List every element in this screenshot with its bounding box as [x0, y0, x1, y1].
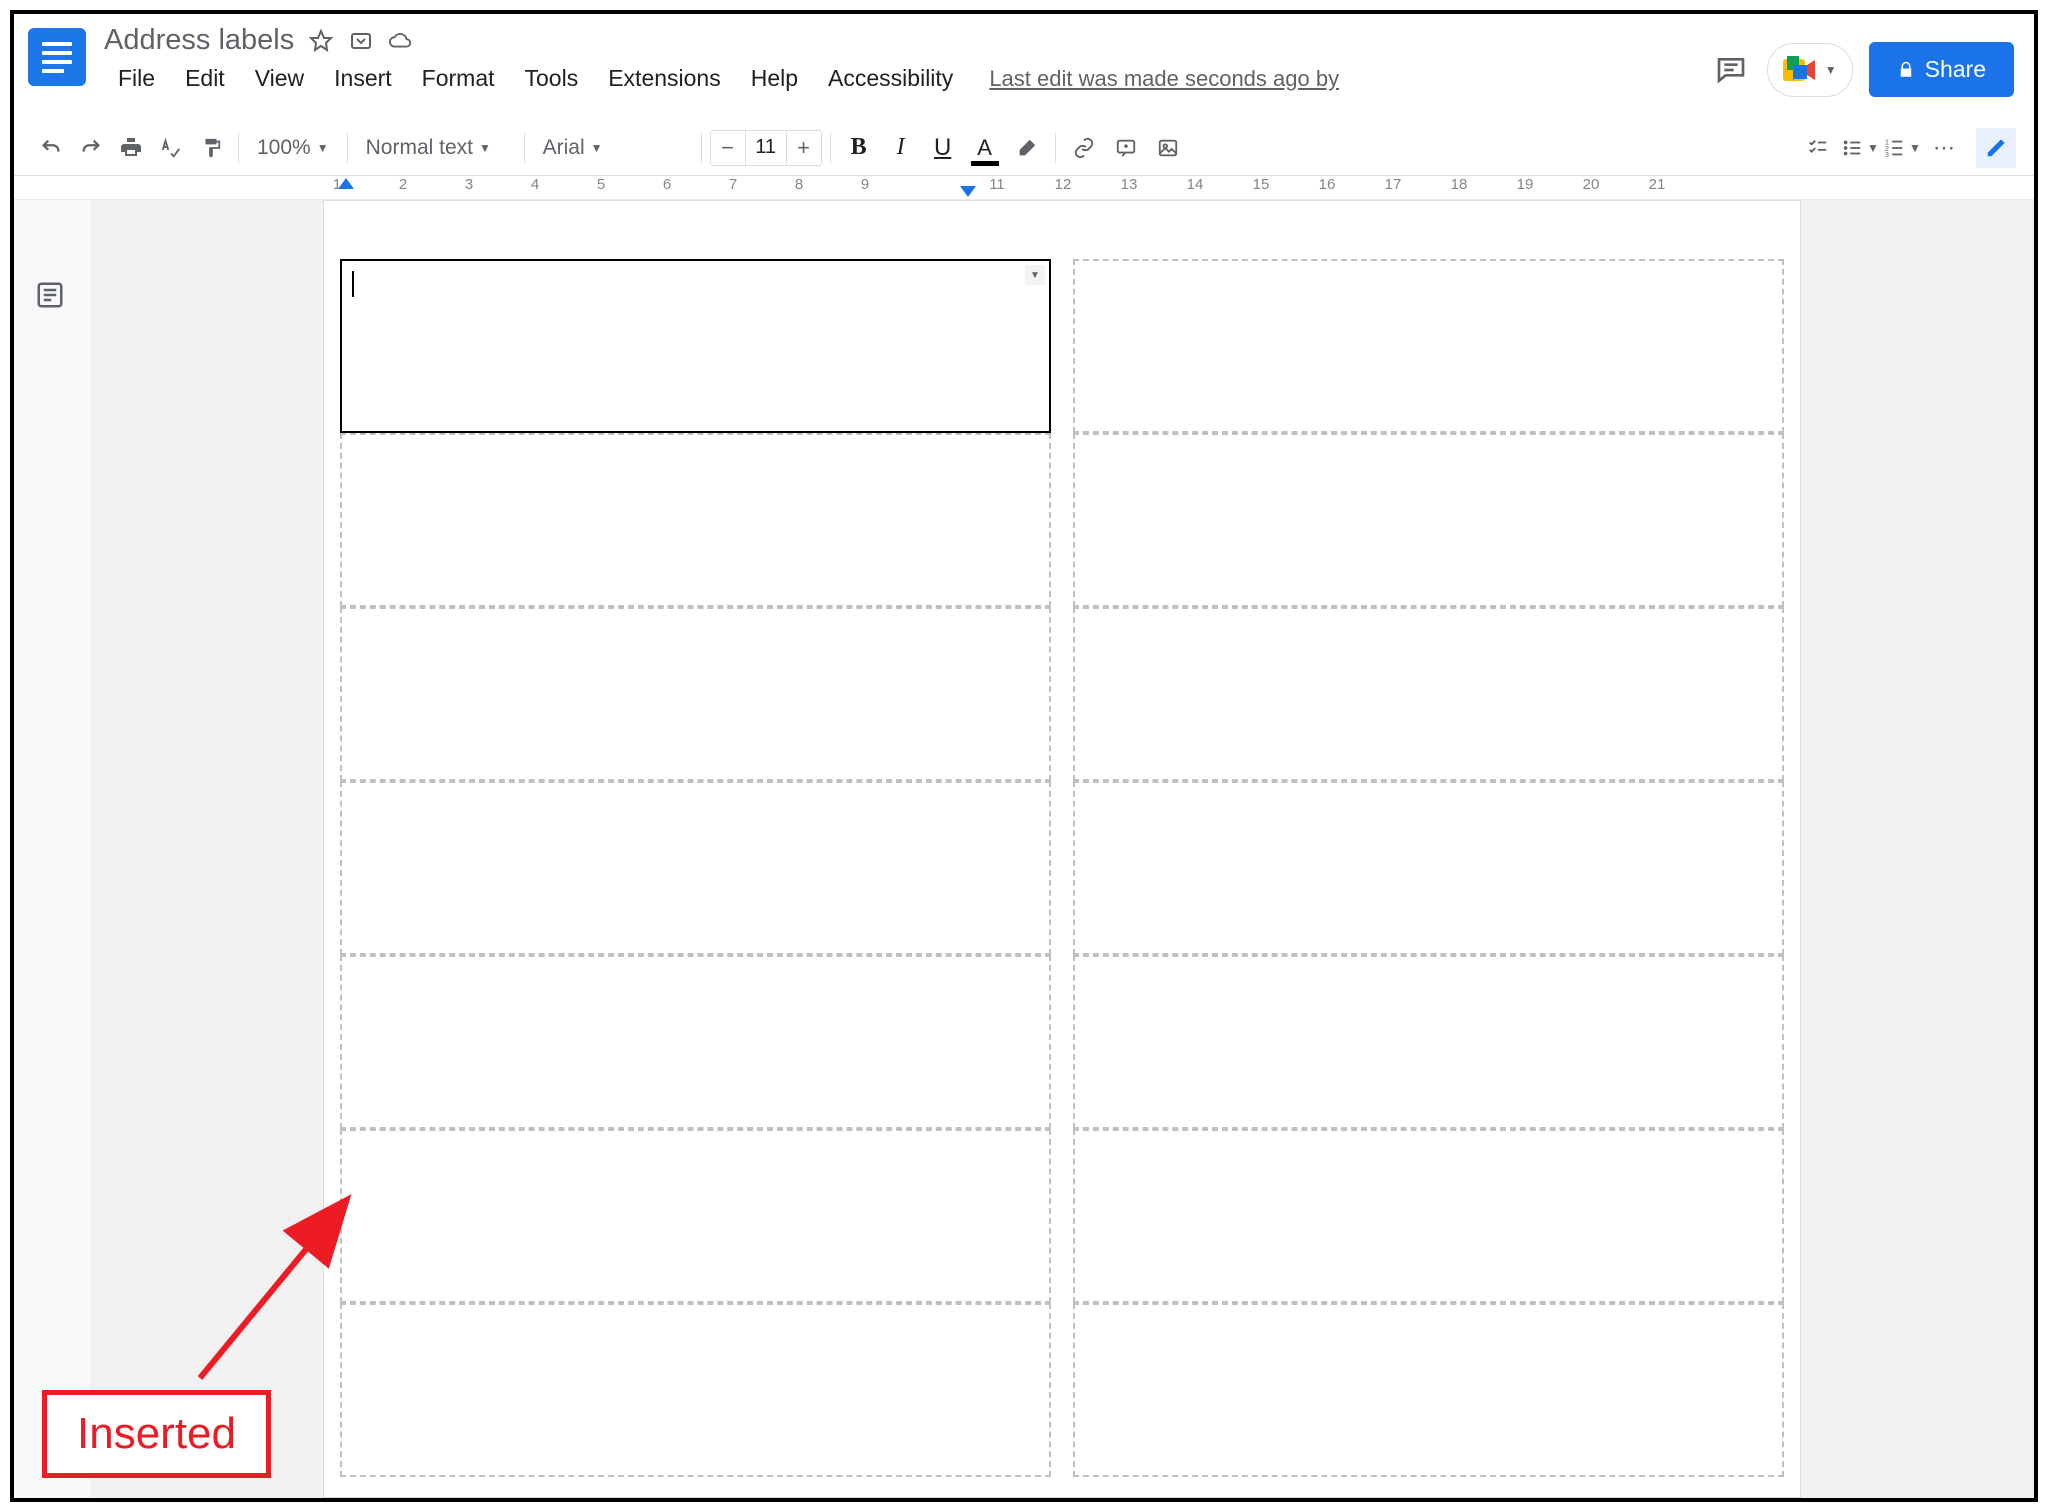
star-icon[interactable] — [308, 28, 334, 54]
print-button[interactable] — [112, 129, 150, 167]
menu-help[interactable]: Help — [737, 61, 812, 96]
indent-marker-icon[interactable] — [338, 178, 354, 189]
label-cell[interactable] — [1073, 259, 1784, 433]
menu-view[interactable]: View — [241, 61, 318, 96]
lock-icon — [1897, 61, 1915, 79]
paint-format-button[interactable] — [192, 129, 230, 167]
menu-edit[interactable]: Edit — [171, 61, 239, 96]
annotation: Inserted — [42, 1390, 271, 1478]
menu-tools[interactable]: Tools — [511, 61, 593, 96]
ruler[interactable]: 1234567891112131415161718192021 — [14, 176, 2034, 200]
style-select[interactable]: Normal text▼ — [356, 130, 516, 166]
chevron-down-icon: ▼ — [317, 141, 329, 155]
edit-status[interactable]: Last edit was made seconds ago by — [989, 66, 1339, 92]
document-title[interactable]: Address labels — [104, 24, 294, 57]
chevron-down-icon: ▼ — [1825, 63, 1837, 77]
move-icon[interactable] — [348, 28, 374, 54]
editing-mode-button[interactable] — [1976, 128, 2016, 168]
chevron-down-icon: ▼ — [1867, 141, 1879, 155]
menu-format[interactable]: Format — [408, 61, 509, 96]
meet-button[interactable]: ▼ — [1767, 43, 1853, 97]
undo-button[interactable] — [32, 129, 70, 167]
docs-logo[interactable] — [28, 28, 86, 86]
cell-options-icon[interactable]: ▼ — [1025, 265, 1045, 285]
label-cell[interactable] — [1073, 1129, 1784, 1303]
meet-icon — [1783, 56, 1817, 84]
label-cell[interactable]: ▼ — [340, 259, 1051, 433]
svg-text:3: 3 — [1885, 150, 1889, 159]
zoom-select[interactable]: 100%▼ — [247, 130, 339, 166]
increase-font-button[interactable]: + — [787, 131, 821, 165]
bold-button[interactable]: B — [839, 128, 879, 168]
chevron-down-icon: ▼ — [591, 141, 603, 155]
label-cell[interactable] — [340, 1303, 1051, 1477]
label-cell[interactable] — [340, 955, 1051, 1129]
indent-marker-icon[interactable] — [960, 186, 976, 197]
left-sidebar — [14, 200, 90, 1498]
label-cell[interactable] — [340, 607, 1051, 781]
label-grid: ▼ — [340, 259, 1784, 1477]
label-cell[interactable] — [1073, 433, 1784, 607]
checklist-button[interactable] — [1798, 128, 1838, 168]
toolbar: 100%▼ Normal text▼ Arial▼ − + B I U A ▼ … — [14, 120, 2034, 176]
label-cell[interactable] — [1073, 781, 1784, 955]
menu-bar: File Edit View Insert Format Tools Exten… — [104, 61, 1711, 96]
decrease-font-button[interactable]: − — [711, 131, 745, 165]
label-cell[interactable] — [1073, 607, 1784, 781]
text-color-button[interactable]: A — [965, 128, 1005, 168]
italic-button[interactable]: I — [881, 128, 921, 168]
menu-insert[interactable]: Insert — [320, 61, 406, 96]
outline-icon[interactable] — [35, 280, 69, 314]
font-size-group: − + — [710, 130, 822, 166]
chevron-down-icon: ▼ — [479, 141, 491, 155]
spellcheck-button[interactable] — [152, 129, 190, 167]
font-select[interactable]: Arial▼ — [533, 130, 693, 166]
label-cell[interactable] — [340, 1129, 1051, 1303]
link-button[interactable] — [1064, 128, 1104, 168]
text-cursor — [352, 271, 354, 297]
label-cell[interactable] — [340, 781, 1051, 955]
bullets-button[interactable]: ▼ — [1840, 128, 1880, 168]
cloud-icon[interactable] — [388, 28, 414, 54]
document-page[interactable]: ▼ — [323, 200, 1801, 1498]
share-button[interactable]: Share — [1869, 42, 2014, 97]
annotation-label: Inserted — [42, 1390, 271, 1478]
label-cell[interactable] — [1073, 1303, 1784, 1477]
underline-button[interactable]: U — [923, 128, 963, 168]
arrow-icon — [190, 1188, 370, 1388]
menu-file[interactable]: File — [104, 61, 169, 96]
menu-extensions[interactable]: Extensions — [594, 61, 735, 96]
font-size-input[interactable] — [745, 131, 787, 165]
chevron-down-icon: ▼ — [1909, 141, 1921, 155]
highlight-button[interactable] — [1007, 128, 1047, 168]
comments-icon[interactable] — [1711, 50, 1751, 90]
share-label: Share — [1925, 56, 1986, 83]
label-cell[interactable] — [1073, 955, 1784, 1129]
more-button[interactable]: ⋯ — [1924, 128, 1964, 168]
redo-button[interactable] — [72, 129, 110, 167]
menu-accessibility[interactable]: Accessibility — [814, 61, 967, 96]
comment-button[interactable] — [1106, 128, 1146, 168]
numbered-list-button[interactable]: 123▼ — [1882, 128, 1922, 168]
label-cell[interactable] — [340, 433, 1051, 607]
app-header: Address labels File Edit View Insert For… — [14, 14, 2034, 120]
image-button[interactable] — [1148, 128, 1188, 168]
